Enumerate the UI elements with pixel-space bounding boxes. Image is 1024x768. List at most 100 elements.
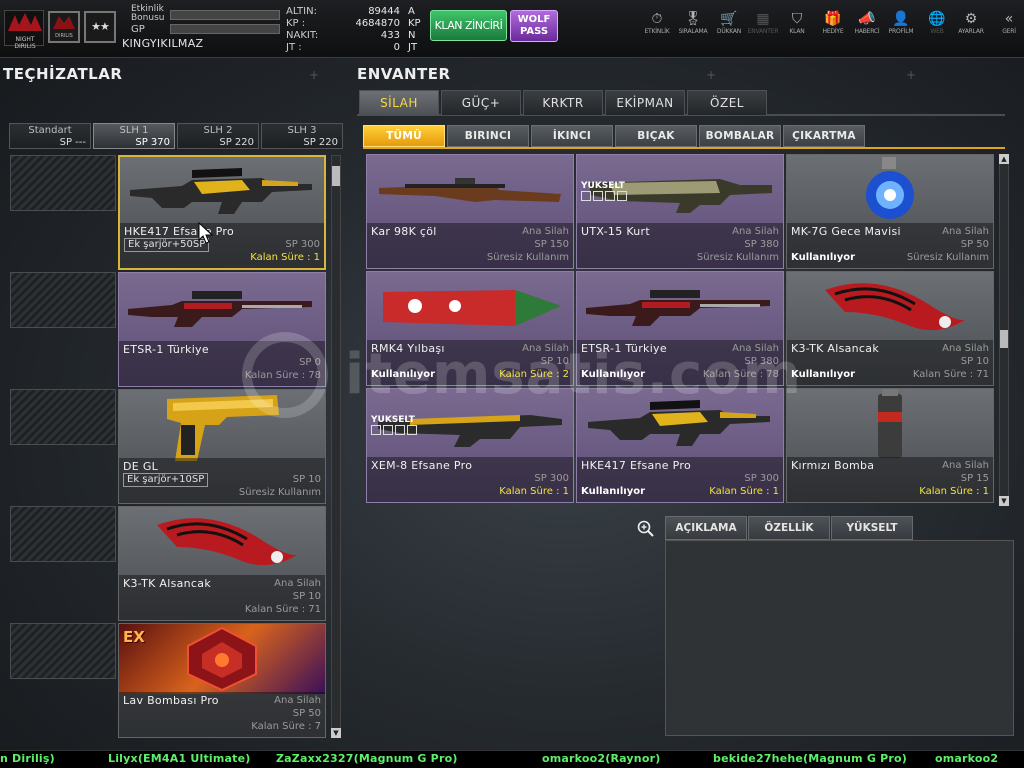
zoom-in-icon[interactable] [637, 520, 655, 538]
profile-icon: 👤 [892, 11, 910, 27]
tab-character[interactable]: KRKTR [523, 90, 603, 115]
slot-sp: SP 220 [303, 137, 338, 148]
nav-gift[interactable]: 🎁 HEDİYE [814, 10, 852, 50]
weapon-name: ETSR-1 Türkiye [123, 343, 209, 356]
event-bonus-label: Etkinlik Bonusu [131, 4, 165, 23]
scroll-up-arrow-icon[interactable]: ▲ [999, 154, 1009, 164]
detail-tab-properties[interactable]: ÖZELLİK [748, 516, 830, 540]
klan-chain-button[interactable]: KLAN ZİNCİRİ [430, 10, 507, 41]
inventory-grid: Kar 98K çöl Ana Silah SP 150 Süresiz Kullan… [366, 154, 998, 506]
filter-all[interactable]: TÜMÜ [363, 125, 445, 147]
filter-knife[interactable]: BIÇAK [615, 125, 697, 147]
weapon-name: Kırmızı Bomba [791, 459, 875, 472]
empty-slot-placeholder [10, 506, 116, 562]
in-use-status: Kullanılıyor [791, 369, 856, 380]
tab-special[interactable]: ÖZEL [687, 90, 767, 115]
nav-profile[interactable]: 👤 PROFİLM [882, 10, 920, 50]
ex-badge: EX [123, 628, 145, 646]
scroll-down-arrow-icon[interactable]: ▼ [999, 496, 1009, 506]
inventory-card[interactable]: Kar 98K çöl Ana Silah SP 150 Süresiz Kullan… [366, 154, 574, 269]
weapon-sp: SP 300 [534, 473, 569, 484]
wolf-pass-button[interactable]: WOLF PASS [510, 10, 558, 42]
slot-tab[interactable]: SLH 3 SP 220 [261, 123, 343, 149]
rank-stars-icon[interactable]: ★★ [84, 11, 116, 43]
currency-row: JT : 0 JT [286, 42, 426, 54]
nav-stopwatch[interactable]: ⏱ ETKİNLİK [638, 10, 676, 50]
currency-unit: A [408, 6, 415, 17]
globe-icon: 🌐 [928, 11, 946, 27]
nav-globe[interactable]: 🌐 WEB [918, 10, 956, 50]
weapon-sp: SP 50 [292, 708, 321, 719]
megaphone-icon: 📣 [858, 11, 876, 27]
weapon-image [119, 273, 325, 343]
currency-unit: KP [408, 18, 421, 29]
weapon-name: DE GL [123, 460, 159, 473]
nav-medal[interactable]: 🎖 SIRALAMA [674, 10, 712, 50]
nav-label: WEB [930, 28, 944, 35]
slot-tab[interactable]: Standart SP --- [9, 123, 91, 149]
nav-label: HEDİYE [822, 28, 844, 35]
inventory-card[interactable]: RMK4 Yılbaşı Ana Silah SP 10 Kullanılıyor Ka… [366, 271, 574, 386]
currency-label: JT : [286, 42, 302, 53]
inventory-card[interactable]: ETSR-1 Türkiye Ana Silah SP 380 Kullanılıyo… [576, 271, 784, 386]
slot-tab[interactable]: SLH 1 SP 370 [93, 123, 175, 149]
equipment-card[interactable]: ETSR-1 Türkiye SP 0 Kalan Süre : 78 [118, 272, 326, 387]
currency-label: KP : [286, 18, 306, 29]
upgrade-level-box [371, 425, 381, 435]
equipment-card[interactable]: HKE417 Efsane Pro Ek şarjör+50SP SP 300 Kal… [118, 155, 326, 270]
currency-label: ALTIN: [286, 6, 317, 17]
equipment-scroll-thumb[interactable] [332, 166, 340, 186]
clan-badge[interactable]: NIGHT DIRILIS [4, 10, 44, 50]
clan-badge-text: NIGHT DIRILIS [14, 36, 36, 50]
filter-grenades[interactable]: BOMBALAR [699, 125, 781, 147]
upgrade-level-box [605, 191, 615, 201]
nav-inventory[interactable]: ▦ ENVANTER [744, 10, 782, 50]
currency-row: ALTIN: 89444 A [286, 6, 426, 18]
tab-power[interactable]: GÜÇ+ [441, 90, 521, 115]
card-info: HKE417 Efsane Pro Ek şarjör+50SP SP 300 Kal… [120, 223, 324, 268]
card-info: ETSR-1 Türkiye SP 0 Kalan Süre : 78 [119, 341, 325, 386]
decor-plus: + [309, 68, 320, 82]
filter-secondary[interactable]: İKINCI [531, 125, 613, 147]
ticker-entry: Lilyx(EM4A1 Ultimate) [108, 752, 251, 765]
weapon-sp: SP 300 [744, 473, 779, 484]
equipment-scrollbar[interactable]: ▼ [331, 155, 341, 738]
equipment-card[interactable]: DE GL Ek şarjör+10SP SP 10 Süresiz Kullanım [118, 389, 326, 504]
tab-weapon[interactable]: SİLAH [359, 90, 439, 115]
inventory-card[interactable]: Kırmızı Bomba Ana Silah SP 15 Kalan Süre : … [786, 388, 994, 503]
in-use-status: Kullanılıyor [371, 369, 436, 380]
inventory-title: ENVANTER [357, 65, 451, 83]
nav-cart[interactable]: 🛒 DÜKKAN [710, 10, 748, 50]
scroll-down-arrow-icon[interactable]: ▼ [331, 728, 341, 738]
weapon-image [787, 389, 993, 459]
filter-stickers[interactable]: ÇIKARTMA [783, 125, 865, 147]
nav-shield[interactable]: ⛉ KLAN [778, 10, 816, 50]
nav-back-chevron[interactable]: «GERİ [990, 10, 1024, 50]
slot-name: SLH 1 [119, 125, 149, 136]
card-info: UTX-15 Kurt Ana Silah SP 380 Süresiz Kullan… [577, 223, 783, 268]
decor-plus: + [906, 68, 917, 82]
clan-emblem[interactable]: DIRILIS [48, 11, 80, 43]
weapon-name: XEM-8 Efsane Pro [371, 459, 473, 472]
inventory-scroll-thumb[interactable] [1000, 330, 1008, 348]
detail-tab-upgrade[interactable]: YÜKSELT [831, 516, 913, 540]
equipment-card[interactable]: EX Lav Bombası Pro Ana Silah SP 50 Kalan Sür… [118, 623, 326, 738]
nav-megaphone[interactable]: 📣 HABERCİ [848, 10, 886, 50]
inventory-scrollbar[interactable]: ▲ ▼ [999, 154, 1009, 506]
slot-tab[interactable]: SLH 2 SP 220 [177, 123, 259, 149]
weapon-sp: SP 150 [534, 239, 569, 250]
nav-gear[interactable]: ⚙ AYARLAR [952, 10, 990, 50]
detail-tab-description[interactable]: AÇIKLAMA [665, 516, 747, 540]
filter-primary[interactable]: BIRINCI [447, 125, 529, 147]
tab-equipment[interactable]: EKİPMAN [605, 90, 685, 115]
upgrade-level-boxes [581, 191, 629, 202]
inventory-card[interactable]: MK-7G Gece Mavisi Ana Silah SP 50 Kullanılı… [786, 154, 994, 269]
upgrade-level-box [383, 425, 393, 435]
currency-value: 0 [393, 42, 400, 53]
inventory-card[interactable]: YUKSELT XEM-8 Efsane Pro SP 300 Kalan Süre … [366, 388, 574, 503]
slot-sp: SP 220 [219, 137, 254, 148]
inventory-card[interactable]: K3-TK Alsancak Ana Silah SP 10 Kullanılıyor… [786, 271, 994, 386]
inventory-card[interactable]: HKE417 Efsane Pro SP 300 Kullanılıyor Kalan… [576, 388, 784, 503]
equipment-card[interactable]: K3-TK Alsancak Ana Silah SP 10 Kalan Süre :… [118, 506, 326, 621]
inventory-card[interactable]: YUKSELT UTX-15 Kurt Ana Silah SP 380 Süresiz… [576, 154, 784, 269]
